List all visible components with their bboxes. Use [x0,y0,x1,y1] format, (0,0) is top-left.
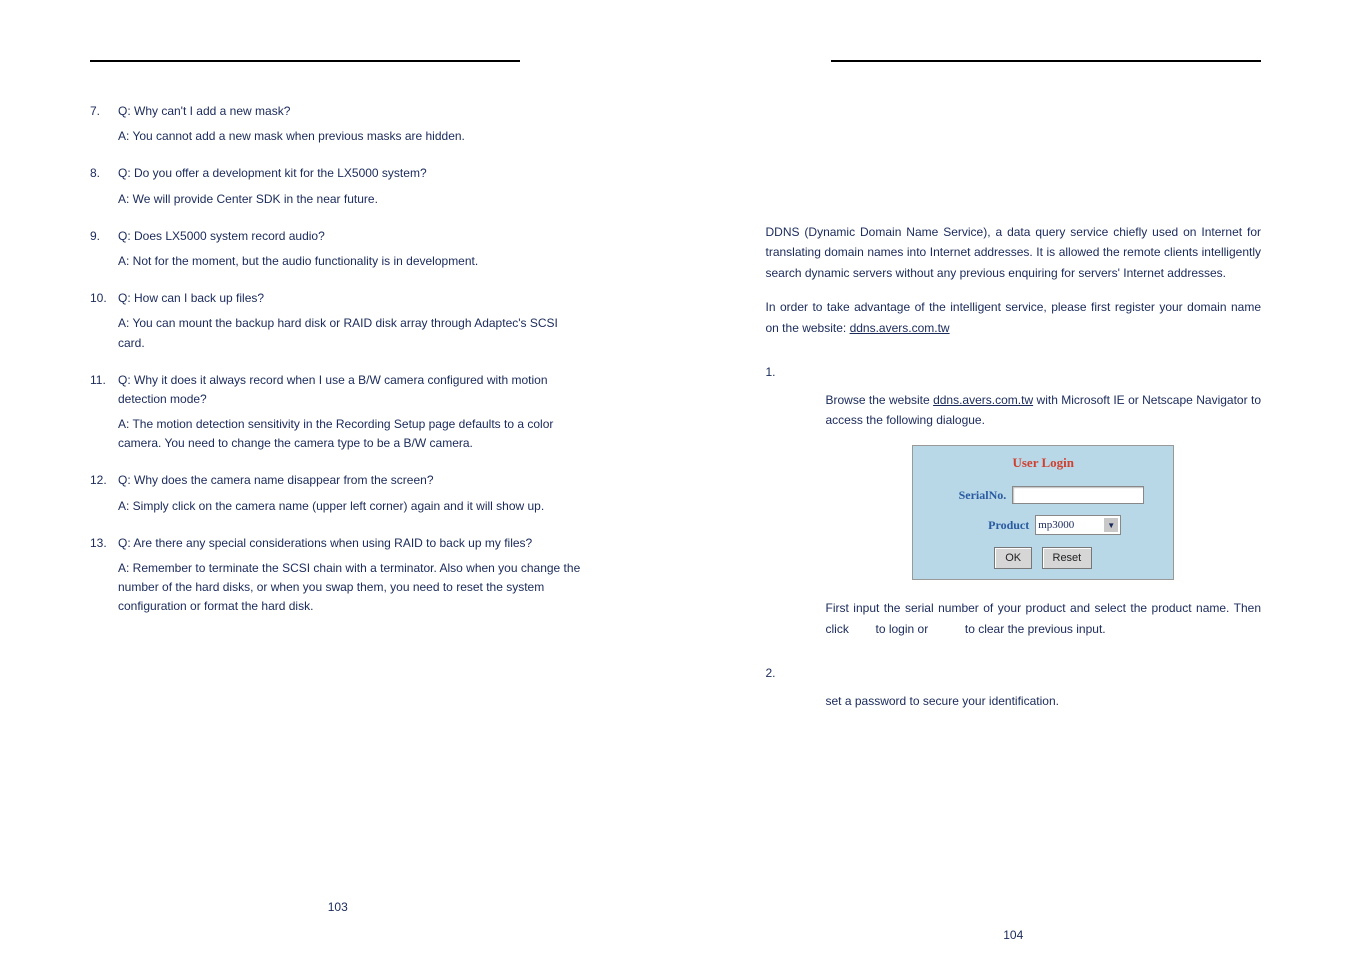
serial-input[interactable] [1012,486,1144,504]
answer-row: A: We will provide Center SDK in the nea… [90,190,586,209]
serial-row: SerialNo. [913,480,1173,510]
answer-text: A: We will provide Center SDK in the nea… [118,190,586,209]
step-1-body: Browse the website ddns.avers.com.tw wit… [826,362,1262,639]
product-select[interactable]: mp3000 ▼ [1035,515,1121,535]
product-value: mp3000 [1038,516,1074,535]
step-1: 1. Browse the website ddns.avers.com.tw … [766,362,1262,639]
page-number-left: 103 [0,900,676,914]
item-number: 10. [90,289,118,308]
qa-item: 10.Q: How can I back up files? A: You can… [90,289,586,353]
ddns-link-1[interactable]: ddns.avers.com.tw [850,321,950,335]
question-row: 11.Q: Why it does it always record when … [90,371,586,409]
login-buttons: OK Reset [913,541,1173,580]
qa-item: 13.Q: Are there any special consideratio… [90,534,586,617]
item-number: 11. [90,371,118,390]
question-text: Q: How can I back up files? [118,289,586,308]
qa-item: 7.Q: Why can't I add a new mask? A: You c… [90,102,586,146]
question-row: 9.Q: Does LX5000 system record audio? [90,227,586,246]
user-login-dialog: User Login SerialNo. Product mp3000 ▼ OK [912,445,1174,581]
step-1-after: First input the serial number of your pr… [826,598,1262,639]
ddns-intro-1: DDNS (Dynamic Domain Name Service), a da… [766,222,1262,283]
reset-button[interactable]: Reset [1042,547,1093,570]
page-left: 7.Q: Why can't I add a new mask? A: You c… [0,0,676,954]
answer-text: A: The motion detection sensitivity in t… [118,415,586,453]
chevron-down-icon: ▼ [1104,518,1118,532]
answer-text: A: Not for the moment, but the audio fun… [118,252,586,271]
step-1-instruction: Browse the website ddns.avers.com.tw wit… [826,390,1262,431]
step-2-text: set a password to secure your identifica… [826,691,1262,711]
question-text: Q: Why can't I add a new mask? [118,102,586,121]
step-2-body: set a password to secure your identifica… [826,663,1262,711]
top-divider-right [831,60,1261,62]
answer-text: A: Simply click on the camera name (uppe… [118,497,586,516]
ddns-link-2[interactable]: ddns.avers.com.tw [933,393,1033,407]
item-number: 8. [90,164,118,183]
answer-row: A: Simply click on the camera name (uppe… [90,497,586,516]
ddns-intro-2: In order to take advantage of the intell… [766,297,1262,338]
answer-text: A: You can mount the backup hard disk or… [118,314,586,352]
product-label: Product [965,515,1029,535]
question-row: 12.Q: Why does the camera name disappear… [90,471,586,490]
right-content: DDNS (Dynamic Domain Name Service), a da… [766,222,1262,711]
ok-button[interactable]: OK [994,547,1032,570]
page-number-right: 104 [676,928,1351,942]
step-1-number: 1. [766,362,826,382]
question-text: Q: Do you offer a development kit for th… [118,164,586,183]
qa-list: 7.Q: Why can't I add a new mask? A: You c… [90,102,586,617]
question-row: 10.Q: How can I back up files? [90,289,586,308]
step-2-number: 2. [766,663,826,683]
answer-row: A: You can mount the backup hard disk or… [90,314,586,352]
answer-row: A: The motion detection sensitivity in t… [90,415,586,453]
item-number: 9. [90,227,118,246]
question-text: Q: Does LX5000 system record audio? [118,227,586,246]
qa-item: 8.Q: Do you offer a development kit for … [90,164,586,208]
serial-label: SerialNo. [942,485,1006,505]
question-row: 8.Q: Do you offer a development kit for … [90,164,586,183]
question-row: 7.Q: Why can't I add a new mask? [90,102,586,121]
top-divider-left [90,60,520,62]
qa-item: 9.Q: Does LX5000 system record audio? A: … [90,227,586,271]
answer-row: A: You cannot add a new mask when previo… [90,127,586,146]
login-title: User Login [913,446,1173,480]
answer-row: A: Remember to terminate the SCSI chain … [90,559,586,617]
question-text: Q: Why it does it always record when I u… [118,371,586,409]
question-text: Q: Why does the camera name disappear fr… [118,471,586,490]
item-number: 13. [90,534,118,553]
page-right: DDNS (Dynamic Domain Name Service), a da… [676,0,1351,954]
qa-item: 12.Q: Why does the camera name disappear… [90,471,586,515]
item-number: 12. [90,471,118,490]
product-row: Product mp3000 ▼ [913,510,1173,540]
item-number: 7. [90,102,118,121]
answer-row: A: Not for the moment, but the audio fun… [90,252,586,271]
qa-item: 11.Q: Why it does it always record when … [90,371,586,454]
step1-pre: Browse the website [826,393,934,407]
answer-text: A: Remember to terminate the SCSI chain … [118,559,586,617]
question-row: 13.Q: Are there any special consideratio… [90,534,586,553]
intro2-text: In order to take advantage of the intell… [766,300,1262,334]
question-text: Q: Are there any special considerations … [118,534,586,553]
answer-text: A: You cannot add a new mask when previo… [118,127,586,146]
step-2: 2. set a password to secure your identif… [766,663,1262,711]
